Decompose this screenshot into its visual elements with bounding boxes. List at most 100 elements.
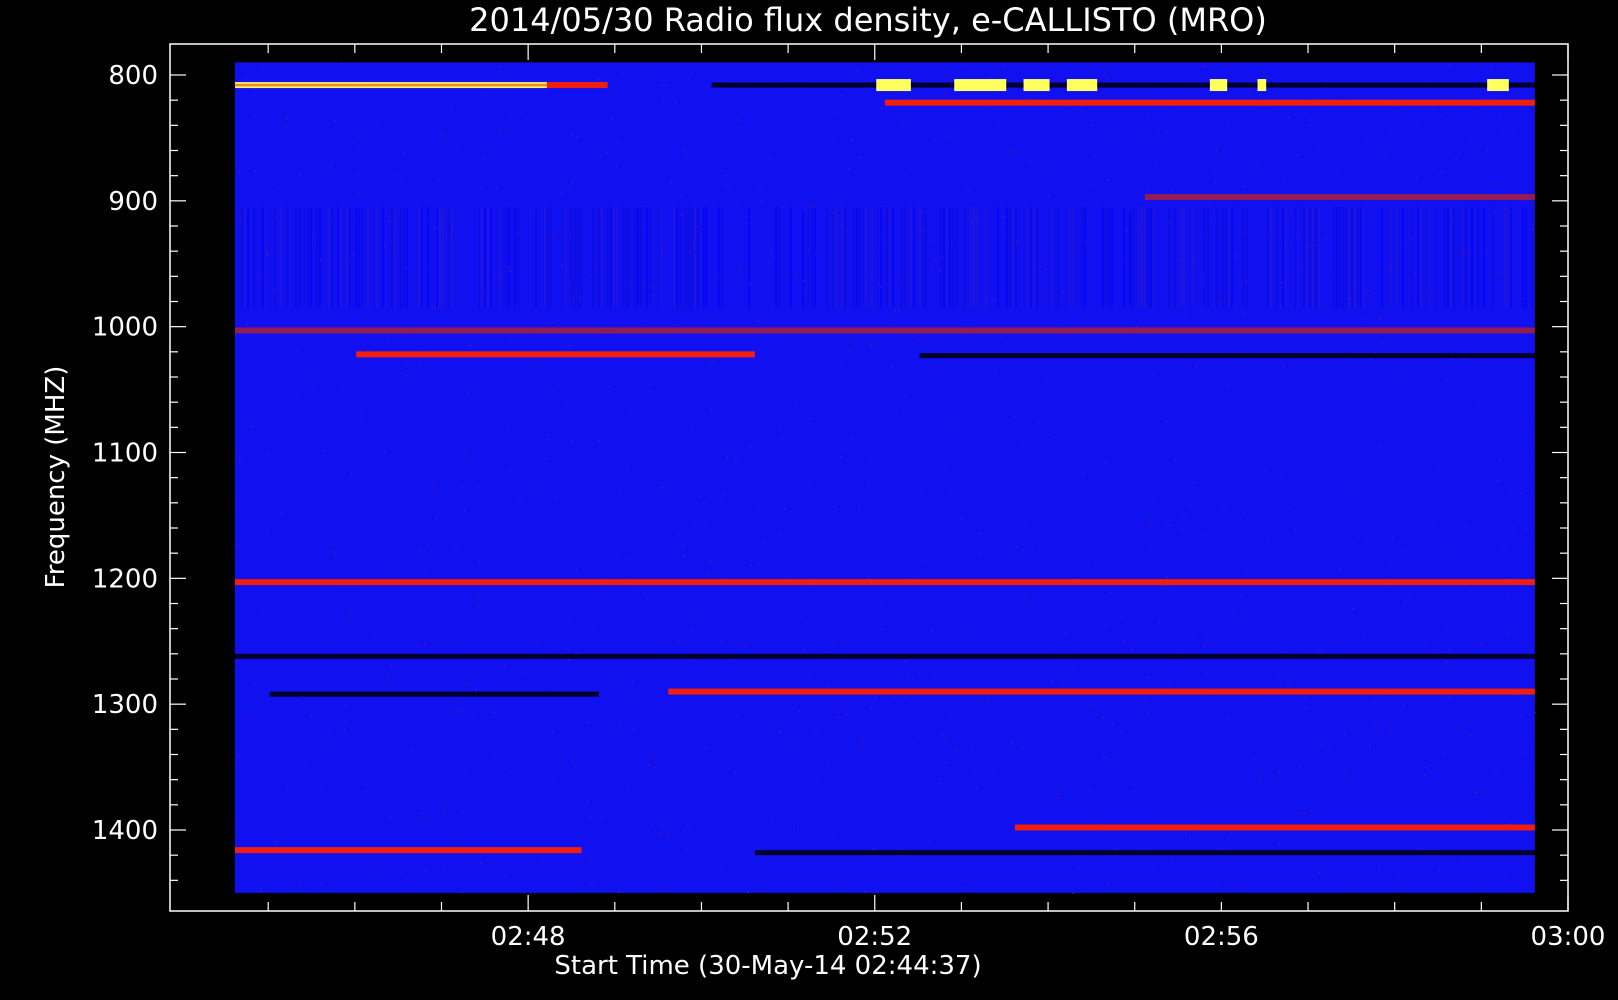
noise-dot [797,384,800,387]
noise-dot [1276,676,1279,679]
noise-stripe [600,207,603,308]
noise-dot [547,513,550,516]
noise-dot [797,710,800,713]
noise-dot [1343,733,1346,735]
noise-stripe [1182,207,1185,308]
noise-dot [1009,178,1012,181]
noise-dot [1187,534,1190,537]
noise-dot [976,744,979,746]
noise-dot [1035,763,1038,765]
noise-dot [1429,550,1432,553]
noise-dot [1002,216,1005,219]
noise-dot [1155,551,1158,553]
noise-dot [974,216,977,218]
noise-dot [296,754,299,757]
noise-dot [1029,161,1032,163]
noise-dot [1182,515,1185,518]
noise-dot [434,640,437,643]
noise-dot [744,804,747,807]
noise-dot [1414,272,1417,275]
noise-dot [380,480,383,483]
noise-dot [963,64,966,66]
noise-stripe [381,207,384,308]
noise-dot [318,617,321,619]
noise-dot [1266,75,1269,78]
noise-dot [416,347,419,350]
noise-dot [548,569,551,571]
noise-dot [1110,591,1113,594]
noise-dot [320,883,323,885]
noise-dot [1363,318,1366,321]
noise-dot [793,827,796,829]
noise-dot [288,97,291,99]
noise-dot [699,483,702,486]
noise-dot [416,816,419,819]
noise-dot [722,492,725,495]
noise-dot [1454,782,1457,784]
noise-dot [633,96,636,99]
noise-dot [835,616,838,619]
noise-dot [1220,847,1223,849]
noise-stripe [1470,207,1473,308]
noise-dot [1526,666,1529,669]
noise-dot [419,362,422,365]
noise-dot [1357,729,1360,732]
noise-dot [679,195,682,197]
noise-stripe [1071,207,1074,308]
noise-stripe [489,207,492,308]
noise-dot [1398,877,1401,879]
noise-dot [948,489,951,492]
noise-stripe [1491,207,1494,308]
noise-dot [812,762,815,764]
noise-dot [262,613,265,615]
noise-dot [1469,138,1472,140]
noise-dot [319,259,322,261]
noise-dot [1375,724,1378,727]
noise-dot [291,716,294,718]
noise-dot [444,141,447,143]
noise-dot [1466,719,1469,721]
noise-dot [1352,309,1355,312]
noise-dot [608,671,611,674]
noise-dot [374,538,377,540]
noise-stripe [1143,207,1146,308]
noise-dot [1270,113,1273,116]
noise-dot [1209,206,1212,209]
noise-dot [825,214,828,216]
noise-dot [1492,624,1495,627]
noise-dot [833,640,836,643]
noise-dot [321,568,324,571]
noise-stripe [486,207,489,308]
noise-dot [1203,645,1206,647]
noise-dot [1297,237,1300,240]
noise-dot [238,504,241,507]
noise-dot [648,303,651,305]
noise-dot [1056,793,1059,795]
noise-dot [465,775,468,777]
noise-dot [720,640,723,643]
noise-dot [1376,728,1379,730]
x-axis-label: Start Time (30-May-14 02:44:37) [554,951,981,981]
noise-dot [463,509,466,511]
noise-dot [802,208,805,210]
noise-dot [260,772,263,775]
noise-dot [588,554,591,556]
noise-stripe [315,207,318,308]
noise-dot [851,437,854,439]
noise-dot [1264,469,1267,471]
noise-dot [856,70,859,72]
noise-dot [304,764,307,766]
noise-stripe [918,207,921,308]
noise-dot [509,119,512,121]
noise-dot [1190,605,1193,607]
noise-dot [343,729,346,732]
noise-dot [1311,794,1314,796]
noise-dot [1147,676,1150,679]
noise-stripe [621,207,624,308]
noise-dot [532,208,535,210]
noise-dot [266,452,269,455]
noise-dot [1076,867,1079,869]
noise-dot [1164,76,1167,78]
noise-dot [322,147,325,149]
noise-dot [827,761,830,764]
